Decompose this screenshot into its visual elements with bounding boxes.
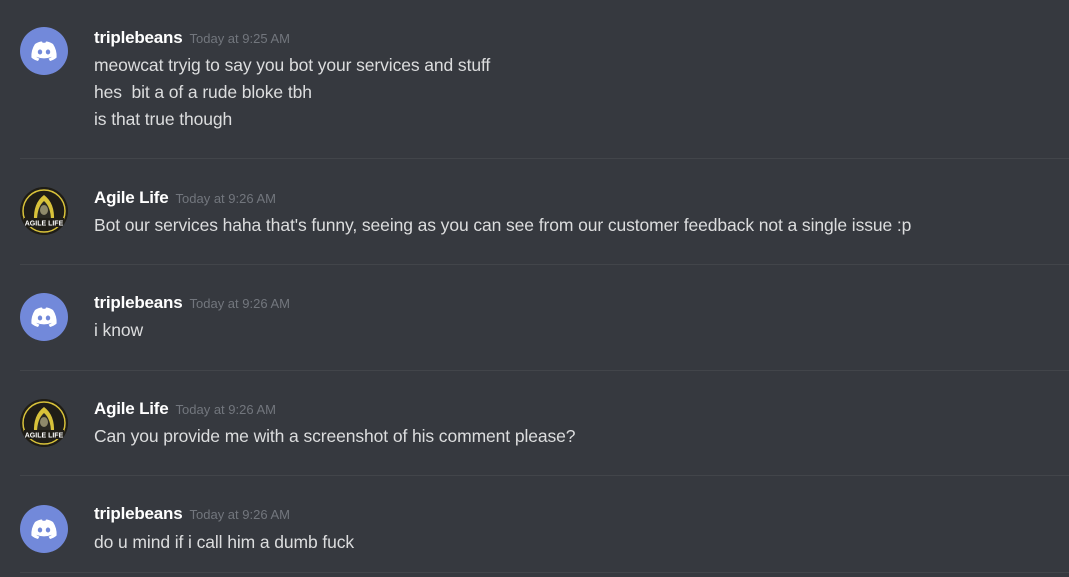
- message-header: Agile Life Today at 9:26 AM: [94, 399, 276, 419]
- avatar[interactable]: [20, 27, 68, 75]
- timestamp[interactable]: Today at 9:26 AM: [176, 191, 276, 206]
- message-divider: [20, 475, 1069, 476]
- avatar[interactable]: [20, 505, 68, 553]
- username[interactable]: Agile Life: [94, 188, 169, 208]
- message-text: do u mind if i call him a dumb fuck: [94, 532, 355, 552]
- message-text: Can you provide me with a screenshot of …: [94, 426, 576, 446]
- message-text: hes bit a of a rude bloke tbh: [94, 82, 312, 102]
- discord-logo-icon: [31, 519, 57, 539]
- agile-life-logo-text: AGILE LIFE: [25, 221, 64, 228]
- agile-life-logo-icon: AGILE LIFE: [20, 187, 68, 235]
- message-header: triplebeans Today at 9:25 AM: [94, 28, 290, 48]
- agile-life-logo-text: AGILE LIFE: [25, 433, 64, 440]
- avatar[interactable]: [20, 293, 68, 341]
- avatar[interactable]: AGILE LIFE: [20, 399, 68, 447]
- timestamp[interactable]: Today at 9:26 AM: [190, 507, 290, 522]
- chat-log: triplebeans Today at 9:25 AM meowcat try…: [0, 0, 1069, 577]
- discord-logo-icon: [31, 41, 57, 61]
- avatar[interactable]: AGILE LIFE: [20, 187, 68, 235]
- agile-life-logo-icon: AGILE LIFE: [20, 399, 68, 447]
- message-divider: [20, 264, 1069, 265]
- timestamp[interactable]: Today at 9:25 AM: [190, 31, 290, 46]
- discord-logo-icon: [31, 307, 57, 327]
- message-text: meowcat tryig to say you bot your servic…: [94, 55, 491, 75]
- message-divider: [20, 572, 1069, 573]
- timestamp[interactable]: Today at 9:26 AM: [190, 296, 290, 311]
- message-header: triplebeans Today at 9:26 AM: [94, 504, 290, 524]
- message-divider: [20, 158, 1069, 159]
- message-divider: [20, 370, 1069, 371]
- timestamp[interactable]: Today at 9:26 AM: [176, 402, 276, 417]
- message-text: i know: [94, 320, 144, 340]
- message-header: triplebeans Today at 9:26 AM: [94, 293, 290, 313]
- message-text: Bot our services haha that's funny, seei…: [94, 215, 912, 235]
- username[interactable]: triplebeans: [94, 293, 183, 313]
- username[interactable]: triplebeans: [94, 504, 183, 524]
- username[interactable]: Agile Life: [94, 399, 169, 419]
- message-text: is that true though: [94, 109, 233, 129]
- message-header: Agile Life Today at 9:26 AM: [94, 188, 276, 208]
- username[interactable]: triplebeans: [94, 28, 183, 48]
